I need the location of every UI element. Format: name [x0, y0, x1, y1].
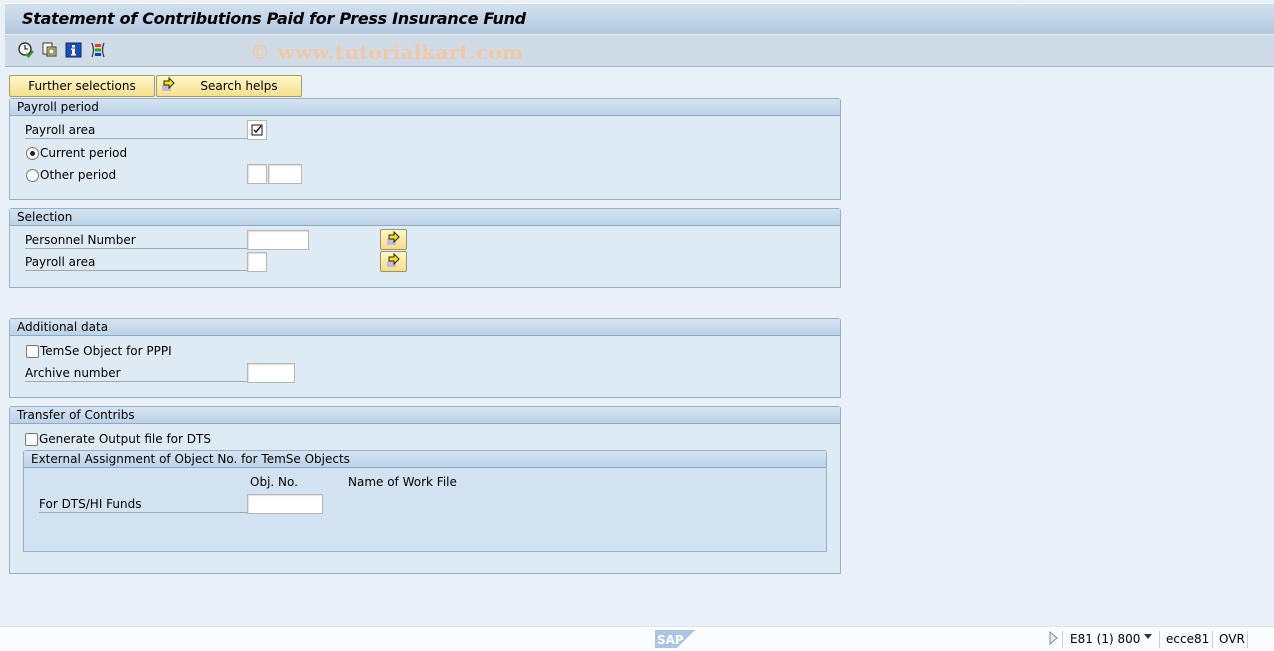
external-assignment-group: External Assignment of Object No. for Te… [23, 450, 827, 552]
status-separator [1247, 631, 1248, 648]
selection-payroll-area-input[interactable] [247, 252, 267, 272]
external-assignment-title: External Assignment of Object No. for Te… [24, 451, 826, 468]
info-icon[interactable] [65, 41, 83, 59]
generate-output-label: Generate Output file for DTS [39, 432, 211, 446]
system-info: E81 (1) 800 [1070, 632, 1141, 646]
arrow-right-icon [387, 252, 400, 267]
current-period-radio[interactable] [26, 147, 39, 160]
further-selections-button[interactable]: Further selections [9, 75, 155, 97]
title-bar: Statement of Contributions Paid for Pres… [5, 3, 1274, 34]
checkmark-icon [251, 124, 263, 136]
additional-data-title: Additional data [10, 319, 840, 336]
personnel-number-multiple-selection-button[interactable] [380, 229, 407, 250]
selection-payroll-area-label: Payroll area [25, 253, 256, 271]
generate-output-checkbox[interactable] [25, 433, 38, 446]
current-period-label: Current period [40, 146, 128, 160]
personnel-number-label: Personnel Number [25, 231, 256, 249]
search-helps-button[interactable]: Search helps [156, 75, 302, 97]
status-separator [1062, 631, 1063, 648]
other-period-radio[interactable] [26, 169, 39, 182]
sap-logo: SAP [655, 630, 695, 651]
other-period-month-input[interactable] [247, 164, 267, 184]
payroll-area-label: Payroll area [25, 121, 256, 139]
variants-icon[interactable] [41, 41, 59, 59]
expand-status-icon[interactable] [1049, 630, 1058, 648]
search-helps-label: Search helps [200, 79, 278, 93]
other-period-year-input[interactable] [268, 164, 302, 184]
dts-hi-funds-obj-no-input[interactable] [247, 494, 323, 514]
obj-no-column-header: Obj. No. [250, 475, 298, 489]
work-file-column-header: Name of Work File [348, 475, 457, 489]
status-separator [1159, 631, 1160, 648]
execute-icon[interactable] [17, 41, 35, 59]
application-toolbar: © www.tutorialkart.com [5, 34, 1274, 67]
server-name: ecce81 [1166, 632, 1210, 646]
archive-number-input[interactable] [247, 363, 295, 383]
temse-object-label: TemSe Object for PPPI [40, 344, 172, 358]
temse-object-checkbox[interactable] [26, 345, 39, 358]
dts-hi-funds-label: For DTS/HI Funds [39, 495, 249, 513]
sap-logo-text: SAP [657, 633, 684, 647]
multiple-selection-icon [161, 76, 177, 99]
transfer-contribs-title: Transfer of Contribs [10, 407, 840, 424]
archive-number-label: Archive number [25, 364, 256, 382]
arrow-right-icon [387, 230, 400, 245]
selection-options-icon[interactable] [89, 41, 107, 59]
watermark: © www.tutorialkart.com [250, 40, 524, 64]
payroll-period-group: Payroll period Payroll area Current peri… [9, 98, 841, 200]
payroll-period-title: Payroll period [10, 99, 840, 116]
transfer-contribs-group: Transfer of Contribs Generate Output fil… [9, 406, 841, 574]
selection-group: Selection Personnel Number Payroll area [9, 208, 841, 288]
page-title: Statement of Contributions Paid for Pres… [22, 9, 526, 28]
payroll-area-multiple-selection-button[interactable] [380, 251, 407, 272]
further-selections-label: Further selections [28, 79, 136, 93]
insert-mode: OVR [1219, 632, 1245, 646]
system-dropdown-icon[interactable] [1143, 630, 1153, 644]
personnel-number-input[interactable] [247, 230, 309, 250]
status-separator [1212, 631, 1213, 648]
status-bar: SAP E81 (1) 800 ecce81 OVR [0, 626, 1274, 651]
additional-data-group: Additional data TemSe Object for PPPI Ar… [9, 318, 841, 398]
selection-title: Selection [10, 209, 840, 226]
other-period-label: Other period [40, 168, 117, 182]
payroll-area-checkbox[interactable] [247, 120, 267, 140]
